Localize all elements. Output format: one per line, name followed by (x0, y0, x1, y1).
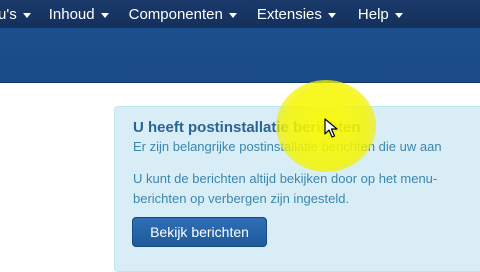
caret-down-icon (394, 12, 403, 18)
nav-item-extensies[interactable]: Extensies (257, 0, 336, 28)
alert-body-line-2: berichten op verbergen zijn ingesteld. (133, 191, 350, 206)
subheader-bar (0, 28, 480, 83)
alert-body-line-1: U kunt de berichten altijd bekijken door… (133, 171, 438, 186)
alert-subtitle: Er zijn belangrijke postinstallatie beri… (133, 139, 442, 154)
nav-item-componenten[interactable]: Componenten (129, 0, 237, 28)
caret-down-icon (100, 12, 109, 18)
nav-item-help[interactable]: Help (358, 0, 403, 28)
nav-item-users-label: u's (0, 5, 17, 23)
alert-body: U kunt de berichten altijd bekijken door… (133, 169, 480, 209)
nav-item-componenten-label: Componenten (128, 5, 223, 23)
nav-item-inhoud-label: Inhoud (48, 5, 95, 23)
view-messages-button[interactable]: Bekijk berichten (132, 217, 267, 247)
caret-down-icon (22, 12, 31, 18)
nav-item-extensies-label: Extensies (256, 5, 322, 23)
nav-item-users[interactable]: u's (0, 0, 31, 28)
postinstall-message-alert: U heeft postinstallatie berichten Er zij… (114, 106, 480, 272)
top-navigation-bar: u's Inhoud Componenten Extensies Help (0, 0, 480, 28)
caret-down-icon (228, 12, 237, 18)
nav-item-help-label: Help (357, 5, 389, 23)
caret-down-icon (327, 12, 336, 18)
nav-item-inhoud[interactable]: Inhoud (49, 0, 109, 28)
alert-title: U heeft postinstallatie berichten (133, 119, 361, 136)
